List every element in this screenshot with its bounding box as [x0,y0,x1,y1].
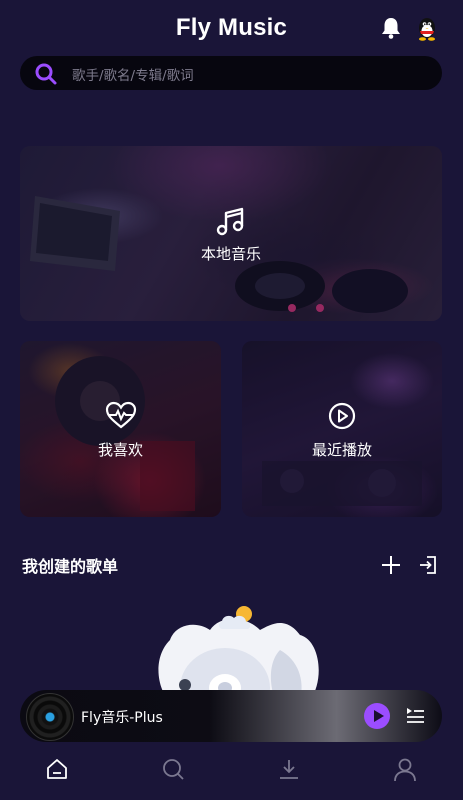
play-circle-icon [328,402,356,430]
header: Fly Music [0,0,463,56]
playlists-title: 我创建的歌单 [22,557,119,576]
card-favorites[interactable]: 我喜欢 [20,341,221,517]
search-icon [35,63,57,85]
album-disc [26,693,74,741]
search-bar[interactable]: 歌手/歌名/专辑/歌词 [20,56,442,90]
card-overlay [20,341,221,517]
card-label: 本地音乐 [200,245,261,263]
heart-pulse-icon [105,401,137,429]
search-tab-icon[interactable] [162,758,184,780]
bell-icon[interactable] [380,16,402,40]
card-label: 最近播放 [311,441,372,459]
card-label: 我喜欢 [97,441,143,459]
home-icon[interactable] [46,758,68,780]
mini-player[interactable]: Fly音乐-Plus [20,690,442,742]
music-note-icon [216,207,244,236]
bottom-tab-bar [0,742,463,800]
play-button[interactable] [364,703,390,729]
card-local-music[interactable]: 本地音乐 [20,146,442,321]
qq-penguin-icon[interactable] [414,16,440,42]
user-icon[interactable] [394,758,416,782]
import-icon[interactable] [418,555,438,575]
search-placeholder: 歌手/歌名/专辑/歌词 [72,68,194,84]
song-title: Fly音乐-Plus [81,710,163,726]
download-icon[interactable] [278,758,300,780]
plus-icon[interactable] [381,555,401,575]
playlist-queue-icon[interactable] [406,706,426,724]
empty-playlist-illustration [158,606,319,700]
card-recent[interactable]: 最近播放 [242,341,442,517]
